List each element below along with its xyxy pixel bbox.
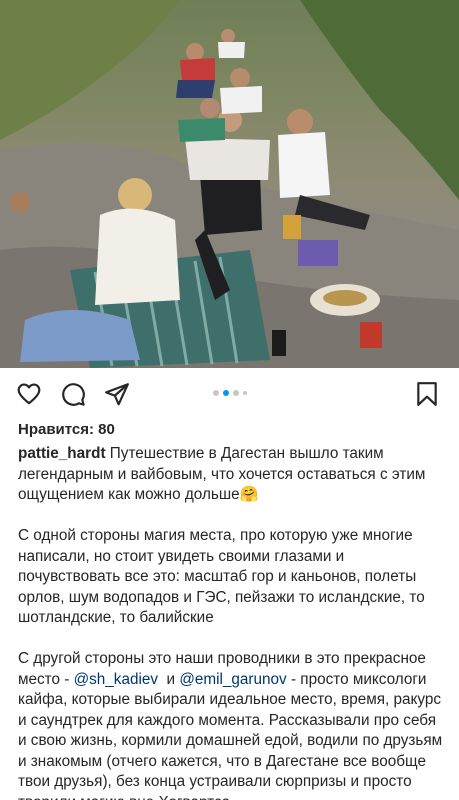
- caption-paragraph-1: pattie_hardt Путешествие в Дагестан вышл…: [18, 444, 444, 506]
- caption-paragraph-3: С другой стороны это наши проводники в э…: [18, 649, 444, 800]
- caption-paragraph-2: С одной стороны магия места, про которую…: [18, 527, 425, 626]
- mention-link-sh-kadiev[interactable]: @sh_kadiev: [74, 671, 158, 688]
- post-actions-bar: [0, 376, 459, 412]
- carousel-dot: [232, 390, 239, 396]
- mention-link-emil-garunov[interactable]: @emil_garunov: [179, 671, 286, 688]
- bookmark-icon: [417, 382, 437, 406]
- likes-count[interactable]: Нравится: 80: [18, 421, 115, 438]
- hug-emoji: 🤗: [239, 486, 259, 503]
- caption-text-3c: - просто миксологи кайфа, которые выбира…: [18, 670, 443, 800]
- post-caption: pattie_hardt Путешествие в Дагестан вышл…: [18, 444, 444, 800]
- save-button[interactable]: [413, 380, 441, 408]
- carousel-dot: [242, 391, 247, 395]
- carousel-dot: [212, 390, 219, 396]
- username-link[interactable]: pattie_hardt: [18, 445, 106, 462]
- carousel-indicator: [0, 390, 459, 396]
- post-photo-illustration: [0, 0, 459, 368]
- caption-text-3b: и: [158, 670, 180, 688]
- carousel-dot-active: [222, 390, 229, 396]
- post-photo[interactable]: [0, 0, 459, 368]
